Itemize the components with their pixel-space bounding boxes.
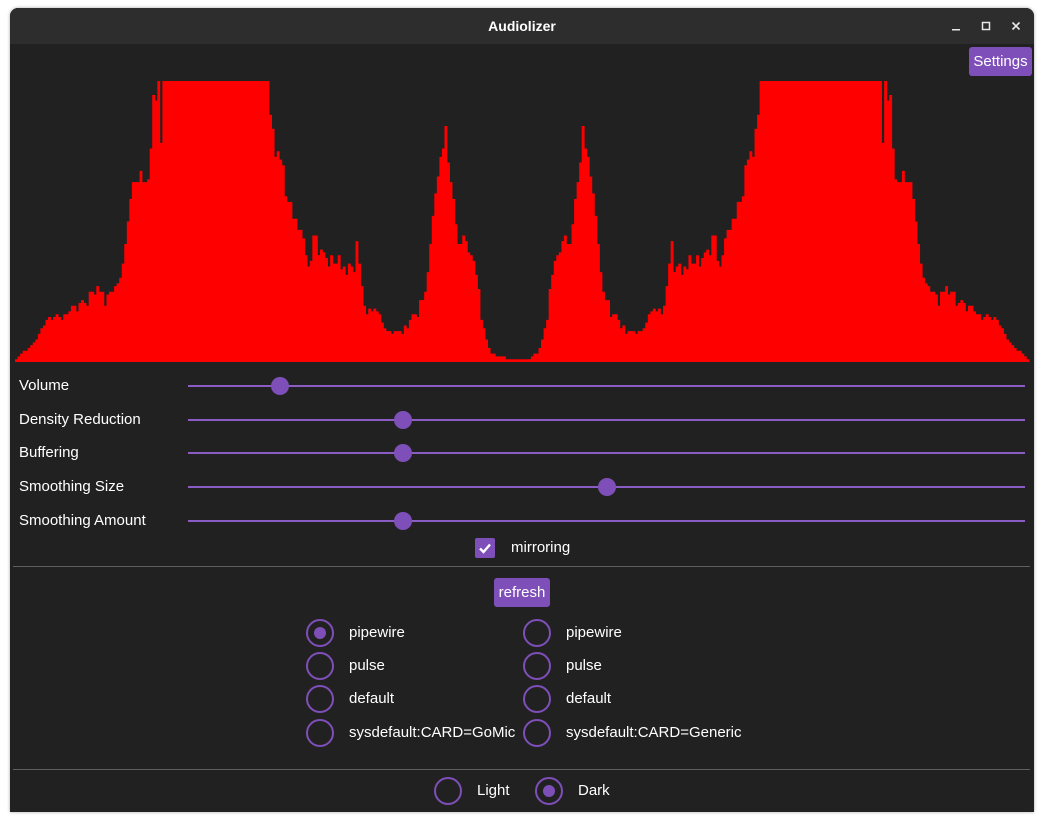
- slider-thumb[interactable]: [271, 377, 290, 395]
- app-window: Audiolizer Settings Volume Density Reduct…: [10, 8, 1034, 812]
- radio-button[interactable]: [306, 619, 334, 647]
- radio-button[interactable]: [523, 719, 551, 747]
- slider-label: Smoothing Size: [19, 478, 125, 495]
- radio-button[interactable]: [306, 685, 334, 713]
- maximize-button[interactable]: [976, 16, 996, 36]
- slider-label: Buffering: [19, 444, 79, 461]
- slider-track[interactable]: [188, 520, 1025, 522]
- radio-label: pulse: [566, 657, 602, 674]
- radio-button[interactable]: [306, 652, 334, 680]
- radio-label: pulse: [349, 657, 385, 674]
- slider-row: Buffering: [10, 438, 1034, 468]
- slider-track[interactable]: [188, 419, 1025, 421]
- radio-button[interactable]: [535, 777, 563, 805]
- maximize-icon: [981, 21, 991, 31]
- minimize-button[interactable]: [946, 16, 966, 36]
- slider-label: Smoothing Amount: [19, 512, 146, 529]
- radio-label: default: [349, 690, 395, 707]
- slider-row: Smoothing Amount: [10, 506, 1034, 536]
- window-title: Audiolizer: [488, 18, 556, 34]
- minimize-icon: [952, 29, 960, 31]
- close-icon: [1011, 21, 1021, 31]
- divider: [13, 769, 1030, 770]
- slider-row: Density Reduction: [10, 405, 1034, 435]
- radio-label: Light: [477, 782, 510, 799]
- slider-track[interactable]: [188, 385, 1025, 387]
- radio-label: default: [566, 690, 612, 707]
- slider-track[interactable]: [188, 452, 1025, 454]
- audio-visualizer: [15, 81, 1030, 362]
- slider-thumb[interactable]: [394, 512, 413, 530]
- slider-thumb[interactable]: [597, 478, 616, 496]
- slider-label: Density Reduction: [19, 411, 141, 428]
- radio-button[interactable]: [434, 777, 462, 805]
- mirroring-checkbox[interactable]: [475, 538, 495, 558]
- close-button[interactable]: [1006, 16, 1026, 36]
- title-bar[interactable]: Audiolizer: [10, 8, 1034, 44]
- refresh-button[interactable]: refresh: [494, 578, 550, 607]
- settings-button[interactable]: Settings: [969, 47, 1032, 76]
- radio-button[interactable]: [306, 719, 334, 747]
- radio-label: pipewire: [566, 624, 622, 641]
- radio-button[interactable]: [523, 652, 551, 680]
- slider-thumb[interactable]: [394, 444, 413, 462]
- slider-row: Volume: [10, 371, 1034, 401]
- check-icon: [479, 543, 491, 554]
- radio-label: Dark: [578, 782, 610, 799]
- radio-button[interactable]: [523, 685, 551, 713]
- mirroring-label: mirroring: [511, 539, 571, 556]
- visualizer-bars: [15, 81, 1030, 362]
- divider: [13, 566, 1030, 567]
- radio-label: sysdefault:CARD=Generic: [566, 724, 742, 741]
- slider-row: Smoothing Size: [10, 472, 1034, 502]
- radio-button[interactable]: [523, 619, 551, 647]
- radio-label: sysdefault:CARD=GoMic: [349, 724, 516, 741]
- radio-label: pipewire: [349, 624, 405, 641]
- slider-label: Volume: [19, 377, 70, 394]
- slider-thumb[interactable]: [394, 411, 413, 429]
